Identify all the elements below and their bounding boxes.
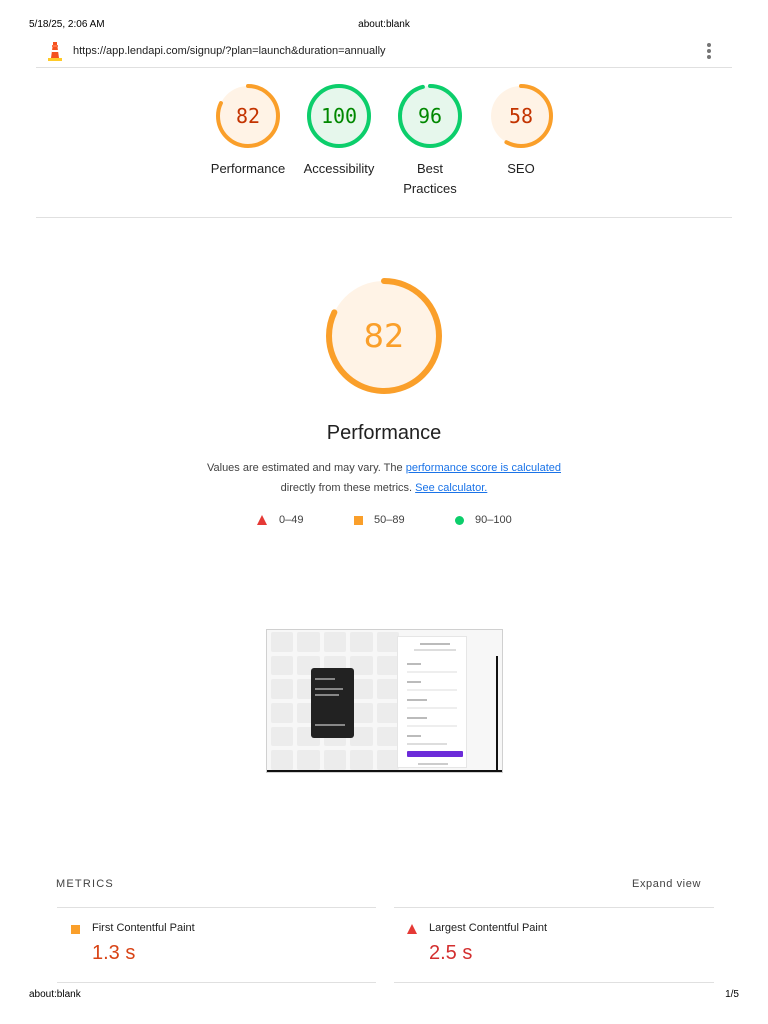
gauge-seo[interactable]: 58 SEO <box>473 84 569 179</box>
gauge-score: 96 <box>417 104 443 128</box>
gauge-accessibility[interactable]: 100 Accessibility <box>291 84 387 179</box>
gauge-score: 58 <box>508 104 534 128</box>
print-title: about:blank <box>358 19 410 30</box>
metric-largest-contentful-paint: Largest Contentful Paint 2.5 s <box>394 907 714 983</box>
metric-value: 1.3 s <box>92 942 136 964</box>
metrics-section-label: METRICS <box>56 878 114 890</box>
gauge-label: SEO <box>507 161 535 176</box>
score-calculated-link[interactable]: performance score is calculated <box>406 462 561 474</box>
metric-value: 2.5 s <box>429 942 473 964</box>
print-footer-url: about:blank <box>29 989 81 1000</box>
legend-pass: 90–100 <box>475 514 512 526</box>
gauge-score: 82 <box>235 104 261 128</box>
gauge-performance[interactable]: 82 Performance <box>200 84 296 179</box>
score-legend: 0–49 50–89 90–100 <box>250 514 550 530</box>
thumbnail-card <box>311 668 354 738</box>
gauge-label: Accessibility <box>303 161 375 176</box>
see-calculator-link[interactable]: See calculator. <box>415 482 487 494</box>
gauge-label: Best Practices <box>403 161 457 196</box>
pass-circle-icon <box>455 516 464 525</box>
average-square-icon <box>354 516 363 525</box>
kebab-menu-icon[interactable] <box>706 43 712 61</box>
desc-text: directly from these metrics. <box>280 482 416 494</box>
lighthouse-icon <box>48 42 62 61</box>
performance-gauge: 82 <box>326 278 442 394</box>
legend-average: 50–89 <box>374 514 405 526</box>
gauge-label: Performance <box>210 161 286 176</box>
print-header: 5/18/25, 2:06 AM about:blank <box>29 19 739 33</box>
divider <box>36 217 732 218</box>
gauge-best-practices[interactable]: 96 Best Practices <box>382 84 478 199</box>
fail-triangle-icon <box>257 515 267 525</box>
report-url[interactable]: https://app.lendapi.com/signup/?plan=lau… <box>73 45 386 57</box>
thumbnail-signup-form <box>397 636 467 768</box>
report-topbar: https://app.lendapi.com/signup/?plan=lau… <box>36 38 732 68</box>
fail-triangle-icon <box>407 924 417 934</box>
metric-first-contentful-paint: First Contentful Paint 1.3 s <box>57 907 376 983</box>
print-page-number: 1/5 <box>725 989 739 1000</box>
metric-title: First Contentful Paint <box>92 922 195 934</box>
expand-view-button[interactable]: Expand view <box>632 878 701 890</box>
legend-fail: 0–49 <box>279 514 304 526</box>
gauge-score: 100 <box>320 104 358 128</box>
final-screenshot-thumbnail <box>266 629 503 773</box>
metric-title: Largest Contentful Paint <box>429 922 548 934</box>
desc-text: Values are estimated and may vary. The <box>206 462 406 474</box>
category-gauges: 82 Performance 100 Accessibility 96 Best… <box>200 84 570 204</box>
performance-title: Performance <box>326 422 442 444</box>
print-footer: about:blank 1/5 <box>29 989 739 1003</box>
performance-score: 82 <box>363 317 405 355</box>
average-square-icon <box>71 925 80 934</box>
performance-description: Values are estimated and may vary. The p… <box>180 458 588 498</box>
